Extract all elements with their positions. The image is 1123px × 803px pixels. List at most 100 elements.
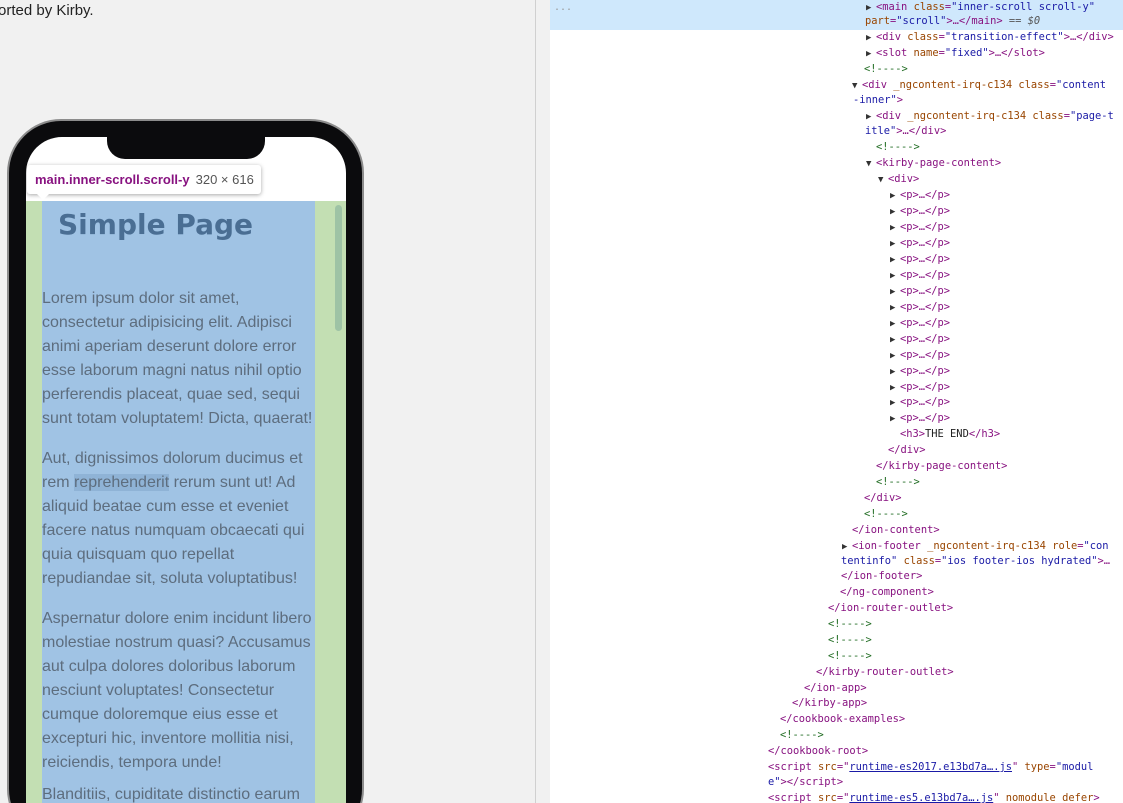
dom-node-p-label: <p>…</p> (900, 268, 951, 281)
dom-close-kirby-router-outlet[interactable]: </kirby-router-outlet> (816, 664, 954, 680)
paragraph: Lorem ipsum dolor sit amet, consectetur … (42, 290, 313, 427)
dom-node-script-1[interactable]: <script src="runtime-es2017.e13bd7a….js"… (768, 759, 1093, 775)
dom-node-page-title[interactable]: ▶ <div _ngcontent-irq-c134 class="page-t (866, 108, 1114, 124)
dom-node-slot[interactable]: ▶ <slot name="fixed">…</slot> (866, 45, 1045, 61)
dom-node-script-2[interactable]: <script src="runtime-es5.e13bd7a….js" no… (768, 790, 1100, 803)
dom-comment[interactable]: <!----> (828, 648, 872, 664)
dom-node-p[interactable]: ▶ <p>…</p> (890, 347, 950, 363)
dom-node-p[interactable]: ▶ <p>…</p> (890, 410, 950, 426)
dom-node-p[interactable]: ▶ <p>…</p> (890, 203, 950, 219)
dom-close-cookbook-root[interactable]: </cookbook-root> (768, 743, 868, 759)
dom-comment[interactable]: <!----> (828, 632, 872, 648)
tooltip-dimensions: 320 × 616 (195, 172, 254, 187)
dom-close-ion-router-outlet[interactable]: </ion-router-outlet> (828, 600, 953, 616)
dom-node-p-label: <p>…</p> (900, 236, 951, 249)
dom-node-p-label: <p>…</p> (900, 348, 951, 361)
dom-node-p[interactable]: ▶ <p>…</p> (890, 219, 950, 235)
dom-comment[interactable]: <!----> (864, 506, 908, 522)
dom-close-div[interactable]: </div> (888, 442, 926, 458)
expand-triangle-icon[interactable]: ▶ (890, 204, 900, 220)
phone-notch (107, 121, 265, 159)
dom-node-p-label: <p>…</p> (900, 189, 951, 201)
dom-node-p-label: <p>…</p> (900, 380, 951, 393)
expand-triangle-icon[interactable]: ▶ (890, 316, 900, 332)
pane-divider[interactable] (535, 0, 550, 803)
devtools-elements-panel: ... ▶ <main class="inner-scroll scroll-y"… (550, 0, 1123, 803)
dom-node-p[interactable]: ▶ <p>…</p> (890, 394, 950, 410)
dom-node-p[interactable]: ▶ <p>…</p> (890, 331, 950, 347)
expand-triangle-icon[interactable]: ▶ (890, 300, 900, 316)
dom-node-p[interactable]: ▶ <p>…</p> (890, 283, 950, 299)
dom-node-p[interactable]: ▶ <p>…</p> (890, 251, 950, 267)
ellipsis-icon[interactable]: ... (554, 2, 572, 13)
dom-comment[interactable]: <!----> (876, 474, 920, 490)
dom-close-div[interactable]: </div> (864, 490, 902, 506)
dom-node-p[interactable]: ▶ <p>…</p> (890, 299, 950, 315)
page-preview: orted by Kirby. Simple Page Lorem ipsum … (0, 0, 535, 803)
dom-node-p-label: <p>…</p> (900, 316, 951, 329)
inspect-tooltip: main.inner-scroll.scroll-y 320 × 616 (27, 165, 261, 194)
dom-node-p[interactable]: ▶ <p>…</p> (890, 315, 950, 331)
dom-node-p[interactable]: ▶ <p>…</p> (890, 187, 950, 203)
script-src-link[interactable]: runtime-es5.e13bd7a….js (849, 792, 993, 803)
paragraph: Aut, dignissimos dolorum ducimus et rem … (42, 447, 316, 591)
dom-node-p[interactable]: ▶ <p>…</p> (890, 267, 950, 283)
dom-node-kirby-page-content[interactable]: ▼ <kirby-page-content> (866, 155, 1001, 171)
expand-triangle-icon[interactable]: ▶ (890, 332, 900, 348)
expand-triangle-icon[interactable]: ▶ (890, 284, 900, 300)
expand-triangle-icon[interactable]: ▶ (866, 46, 876, 62)
dom-node-script-1-cont[interactable]: e"></script> (768, 774, 843, 790)
paragraph: Aspernatur dolore enim incidunt libero m… (42, 610, 312, 771)
paragraph: Blanditiis, cupiditate distinctio earum (42, 786, 300, 803)
dom-close-ion-footer[interactable]: </ion-footer> (841, 568, 922, 584)
expand-triangle-icon[interactable]: ▶ (890, 411, 900, 427)
dom-comment[interactable]: <!----> (780, 727, 824, 743)
dom-node-main-cont[interactable]: part="scroll">…</main> == $0 (865, 13, 1040, 29)
expand-triangle-icon[interactable]: ▶ (890, 268, 900, 284)
dom-node-p[interactable]: ▶ <p>…</p> (890, 363, 950, 379)
dom-node-transition[interactable]: ▶ <div class="transition-effect">…</div> (866, 29, 1114, 45)
dom-comment[interactable]: <!----> (828, 616, 872, 632)
expand-triangle-icon[interactable]: ▶ (866, 30, 876, 46)
page-title: Simple Page (58, 208, 254, 241)
scrollbar[interactable] (335, 205, 342, 331)
collapse-triangle-icon[interactable]: ▼ (866, 156, 876, 172)
dom-node-content-inner[interactable]: ▼ <div _ngcontent-irq-c134 class="content (852, 77, 1106, 93)
expand-triangle-icon[interactable]: ▶ (890, 236, 900, 252)
dom-node-p-label: <p>…</p> (900, 300, 951, 313)
dom-node-p-label: <p>…</p> (900, 220, 951, 233)
dom-close-ion-content[interactable]: </ion-content> (852, 522, 940, 538)
tooltip-selector: main.inner-scroll.scroll-y (35, 172, 190, 187)
dom-comment[interactable]: <!----> (864, 61, 908, 77)
dom-node-ion-footer-cont[interactable]: tentinfo" class="ios footer-ios hydrated… (841, 553, 1110, 569)
dom-close-cookbook-examples[interactable]: </cookbook-examples> (780, 711, 905, 727)
expand-triangle-icon[interactable]: ▶ (890, 220, 900, 236)
dom-close-kirby-page-content[interactable]: </kirby-page-content> (876, 458, 1007, 474)
dom-close-kirby-app[interactable]: </kirby-app> (792, 695, 867, 711)
script-src-link[interactable]: runtime-es2017.e13bd7a….js (849, 761, 1012, 773)
dom-node-p-label: <p>…</p> (900, 364, 951, 377)
expand-triangle-icon[interactable]: ▶ (890, 380, 900, 396)
dom-node-p[interactable]: ▶ <p>…</p> (890, 235, 950, 251)
page-text-fragment: orted by Kirby. (0, 2, 94, 19)
dom-node-p[interactable]: ▶ <p>…</p> (890, 379, 950, 395)
collapse-triangle-icon[interactable]: ▼ (878, 172, 888, 188)
expand-triangle-icon[interactable]: ▶ (890, 395, 900, 411)
expand-triangle-icon[interactable]: ▶ (890, 188, 900, 204)
dom-close-ng-component[interactable]: </ng-component> (840, 584, 934, 600)
dom-node-div[interactable]: ▼ <div> (878, 171, 919, 187)
dom-comment[interactable]: <!----> (876, 139, 920, 155)
expand-triangle-icon[interactable]: ▶ (890, 252, 900, 268)
dom-node-p-label: <p>…</p> (900, 284, 951, 297)
dom-node-page-title-cont[interactable]: itle">…</div> (865, 123, 946, 139)
expand-triangle-icon[interactable]: ▶ (890, 364, 900, 380)
dom-node-p-label: <p>…</p> (900, 332, 951, 345)
dom-node-content-inner-cont[interactable]: -inner"> (853, 92, 903, 108)
tooltip-arrow (36, 193, 50, 200)
dom-close-ion-app[interactable]: </ion-app> (804, 680, 867, 696)
expand-triangle-icon[interactable]: ▶ (890, 348, 900, 364)
dom-node-p-label: <p>…</p> (900, 252, 951, 265)
dom-node-ion-footer[interactable]: ▶ <ion-footer _ngcontent-irq-c134 role="c… (842, 538, 1109, 554)
dom-node-h3[interactable]: <h3>THE END</h3> (900, 426, 1000, 442)
highlighted-word: reprehenderit (74, 474, 170, 491)
